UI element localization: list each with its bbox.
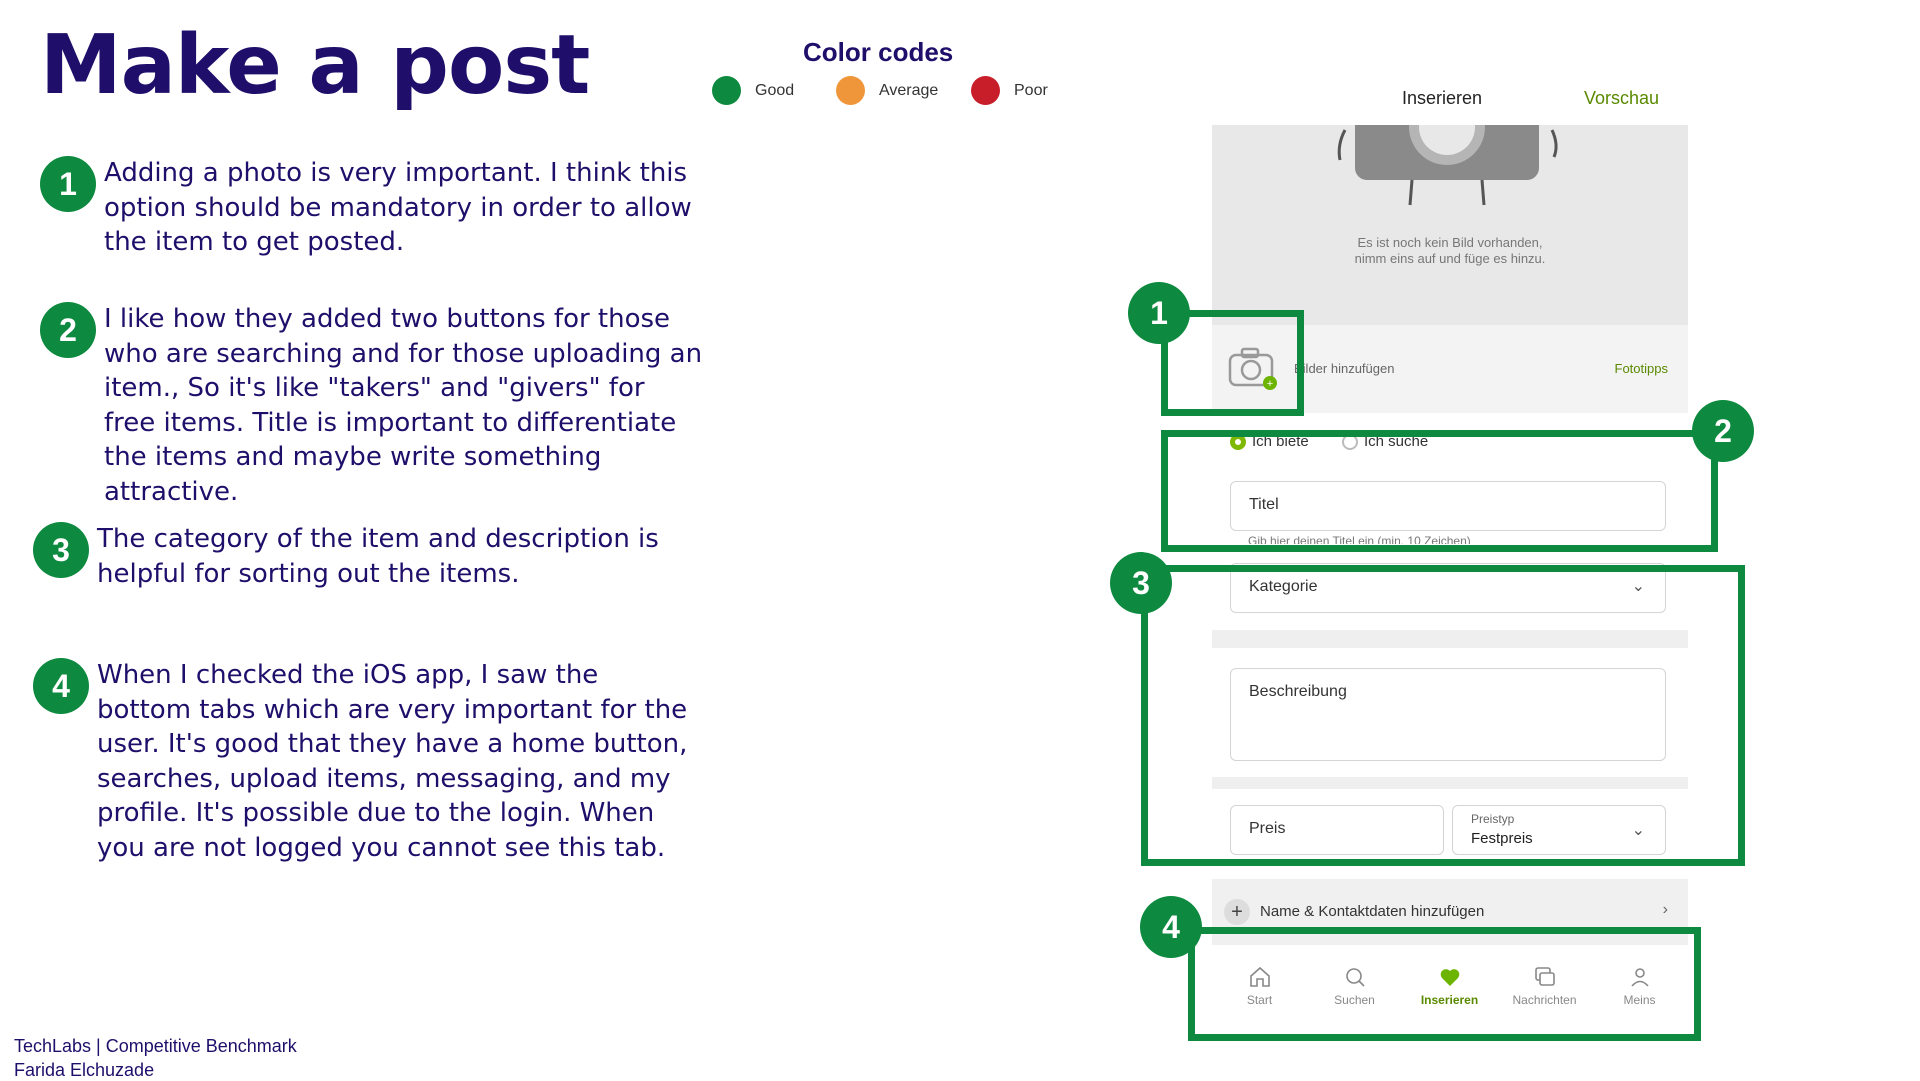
legend-item-good: Good — [712, 76, 794, 105]
footer-course: TechLabs | Competitive Benchmark — [14, 1036, 297, 1056]
photo-placeholder: Es ist noch kein Bild vorhanden, nimm ei… — [1212, 125, 1688, 325]
highlight-box-3 — [1141, 565, 1745, 866]
contact-label[interactable]: Name & Kontaktdaten hinzufügen — [1260, 903, 1484, 920]
good-dot-icon — [712, 76, 741, 105]
legend-item-average: Average — [836, 76, 938, 105]
photo-tips-link[interactable]: Fototipps — [1615, 361, 1668, 376]
note-text: Adding a photo is very important. I thin… — [104, 158, 692, 257]
note-text: When I checked the iOS app, I saw the bo… — [97, 660, 688, 863]
note-4: 4 When I checked the iOS app, I saw the … — [33, 658, 697, 865]
no-photo-line-1: Es ist noch kein Bild vorhanden, — [1357, 235, 1543, 250]
highlight-box-4 — [1188, 927, 1701, 1041]
chevron-right-icon: › — [1662, 901, 1668, 918]
add-photos-label[interactable]: Bilder hinzufügen — [1294, 361, 1394, 376]
plus-icon[interactable]: + — [1224, 899, 1250, 925]
legend-title: Color codes — [803, 37, 954, 67]
highlight-box-2 — [1161, 430, 1718, 552]
note-number-badge: 2 — [40, 302, 96, 358]
marker-4: 4 — [1140, 896, 1202, 958]
poor-dot-icon — [971, 76, 1000, 105]
note-2: 2 I like how they added two buttons for … — [40, 302, 704, 509]
note-number-badge: 1 — [40, 156, 96, 212]
note-number-badge: 4 — [33, 658, 89, 714]
marker-3: 3 — [1110, 552, 1172, 614]
marker-1: 1 — [1128, 282, 1190, 344]
note-text: I like how they added two buttons for th… — [104, 304, 703, 507]
note-1: 1 Adding a photo is very important. I th… — [40, 156, 704, 260]
tab-inserieren[interactable]: Inserieren — [1402, 88, 1482, 109]
no-photo-line-2: nimm eins auf und füge es hinzu. — [1354, 251, 1546, 266]
page-title: Make a post — [40, 18, 590, 113]
legend-label-poor: Poor — [1014, 81, 1048, 99]
camera-illustration-icon — [1337, 125, 1558, 206]
footer-author: Farida Elchuzade — [14, 1060, 155, 1080]
note-3: 3 The category of the item and descripti… — [33, 522, 697, 591]
average-dot-icon — [836, 76, 865, 105]
legend-item-poor: Poor — [971, 76, 1048, 105]
note-text: The category of the item and description… — [97, 524, 659, 589]
marker-2: 2 — [1692, 400, 1754, 462]
legend-label-good: Good — [755, 81, 795, 99]
no-photo-message: Es ist noch kein Bild vorhanden, nimm ei… — [1212, 235, 1688, 267]
legend-label-average: Average — [879, 81, 939, 99]
note-number-badge: 3 — [33, 522, 89, 578]
tab-vorschau[interactable]: Vorschau — [1584, 88, 1659, 109]
